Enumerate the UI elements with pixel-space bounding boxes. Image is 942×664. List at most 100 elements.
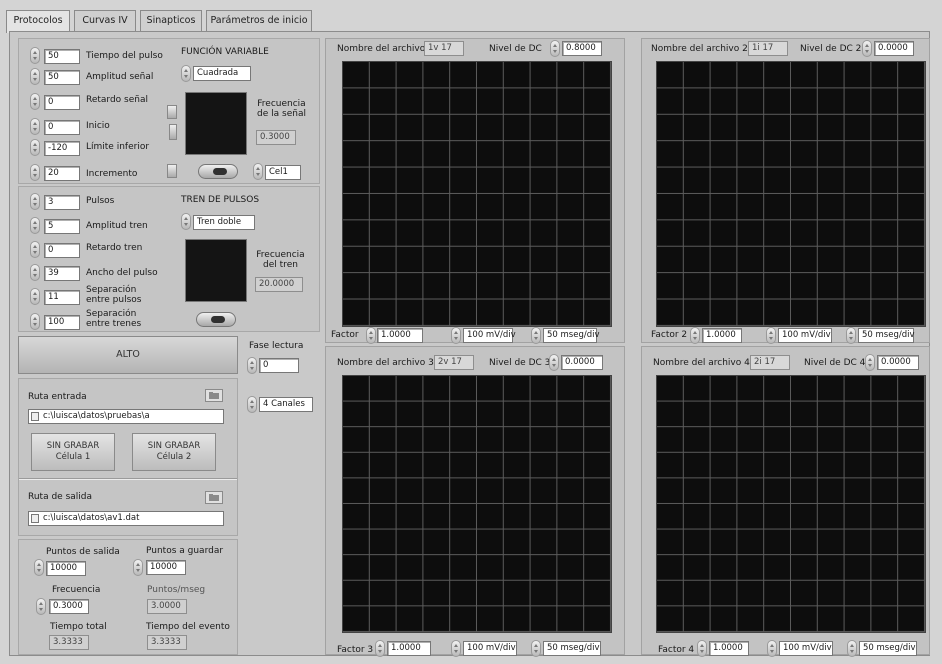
nivel-dc-1-spinner[interactable] bbox=[550, 40, 560, 57]
ms-div-3-select[interactable]: 50 mseg/div bbox=[543, 641, 601, 656]
nivel-dc-2-field[interactable]: 0.0000 bbox=[874, 41, 914, 56]
incremento-field[interactable]: 20 bbox=[44, 166, 80, 181]
amplitud-senal-field[interactable]: 50 bbox=[44, 70, 80, 85]
amplitud-senal-spinner[interactable] bbox=[30, 68, 40, 85]
nivel-dc-2-label: Nivel de DC 2 bbox=[800, 44, 862, 54]
mv-div-4-spinner[interactable] bbox=[767, 640, 777, 657]
mv-div-1-select[interactable]: 100 mV/div bbox=[463, 328, 516, 343]
alto-button[interactable]: ALTO bbox=[18, 336, 238, 374]
funcion-run-button[interactable] bbox=[198, 164, 238, 179]
ancho-pulso-field[interactable]: 39 bbox=[44, 266, 80, 281]
celda-select[interactable]: Cel1 bbox=[265, 165, 301, 180]
celula-1-label: Célula 1 bbox=[55, 452, 91, 462]
ms-div-3-spinner[interactable] bbox=[531, 640, 541, 657]
incremento-spinner[interactable] bbox=[30, 164, 40, 181]
mv-div-1-spinner[interactable] bbox=[451, 327, 461, 344]
sin-grabar-celula-2-button[interactable]: SIN GRABAR Célula 2 bbox=[132, 433, 216, 471]
factor-3-field[interactable]: 1.0000 bbox=[387, 641, 431, 656]
ancho-pulso-spinner[interactable] bbox=[30, 264, 40, 281]
puntos-guardar-field[interactable]: 10000 bbox=[146, 560, 186, 575]
mv-div-3-spinner[interactable] bbox=[451, 640, 461, 657]
ruta-entrada-value: c:\luisca\datos\pruebas\a bbox=[43, 411, 150, 421]
fase-lectura-spinner[interactable] bbox=[247, 357, 257, 374]
funcion-toggle[interactable] bbox=[169, 124, 177, 140]
funcion-slider-bottom[interactable] bbox=[167, 164, 177, 178]
funcion-variable-title: FUNCIÓN VARIABLE bbox=[181, 47, 269, 57]
graph-panel-3: Nombre del archivo 3 2v 17 Nivel de DC 3… bbox=[325, 346, 625, 657]
celda-ring-spinner[interactable] bbox=[253, 163, 263, 180]
tiempo-pulso-label: Tiempo del pulso bbox=[86, 51, 163, 61]
puntos-salida-spinner[interactable] bbox=[34, 559, 44, 576]
nivel-dc-1-field[interactable]: 0.8000 bbox=[562, 41, 602, 56]
mv-div-2-select[interactable]: 100 mV/div bbox=[778, 328, 832, 343]
funcion-slider-top[interactable] bbox=[167, 105, 177, 119]
factor-1-spinner[interactable] bbox=[366, 327, 376, 344]
nivel-dc-4-spinner[interactable] bbox=[865, 354, 875, 371]
factor-2-spinner[interactable] bbox=[690, 327, 700, 344]
inicio-spinner[interactable] bbox=[30, 118, 40, 135]
ruta-salida-field[interactable]: c:\luisca\datos\av1.dat bbox=[28, 511, 224, 526]
ms-div-2-select[interactable]: 50 mseg/div bbox=[858, 328, 915, 343]
factor-3-spinner[interactable] bbox=[375, 640, 385, 657]
canales-ring-spinner[interactable] bbox=[247, 396, 257, 413]
retardo-tren-field[interactable]: 0 bbox=[44, 243, 80, 258]
pulsos-field[interactable]: 3 bbox=[44, 195, 80, 210]
ruta-entrada-field[interactable]: c:\luisca\datos\pruebas\a bbox=[28, 409, 224, 424]
ms-div-1-select[interactable]: 50 mseg/div bbox=[543, 328, 600, 343]
pulse-section: 50 Tiempo del pulso 50 Amplitud señal 0 … bbox=[18, 38, 320, 184]
archivo-4-value: 2i 17 bbox=[750, 355, 790, 370]
points-section: Puntos de salida 10000 Puntos a guardar … bbox=[18, 539, 238, 655]
factor-1-field[interactable]: 1.0000 bbox=[377, 328, 423, 343]
separacion-trenes-field[interactable]: 100 bbox=[44, 315, 80, 330]
ruta-entrada-folder-icon[interactable] bbox=[205, 389, 223, 402]
factor-4-spinner[interactable] bbox=[697, 640, 707, 657]
tren-tipo-select[interactable]: Tren doble bbox=[193, 215, 255, 230]
tren-pulsos-title: TREN DE PULSOS bbox=[181, 195, 260, 205]
frecuencia-field[interactable]: 0.3000 bbox=[49, 599, 89, 614]
fase-lectura-field[interactable]: 0 bbox=[259, 358, 299, 373]
separacion-pulsos-field[interactable]: 11 bbox=[44, 290, 80, 305]
incremento-label: Incremento bbox=[86, 169, 138, 179]
tren-run-button[interactable] bbox=[196, 312, 236, 327]
amplitud-tren-spinner[interactable] bbox=[30, 217, 40, 234]
funcion-variable-select[interactable]: Cuadrada bbox=[193, 66, 251, 81]
tab-sinapticos[interactable]: Sinapticos bbox=[140, 10, 202, 32]
canales-select[interactable]: 4 Canales bbox=[259, 397, 313, 412]
separacion-trenes-spinner[interactable] bbox=[30, 313, 40, 330]
pulsos-spinner[interactable] bbox=[30, 193, 40, 210]
retardo-senal-spinner[interactable] bbox=[30, 93, 40, 110]
inicio-field[interactable]: 0 bbox=[44, 120, 80, 135]
factor-2-field[interactable]: 1.0000 bbox=[702, 328, 742, 343]
ms-div-4-spinner[interactable] bbox=[847, 640, 857, 657]
ms-div-1-spinner[interactable] bbox=[531, 327, 541, 344]
amplitud-tren-field[interactable]: 5 bbox=[44, 219, 80, 234]
puntos-salida-field[interactable]: 10000 bbox=[46, 561, 86, 576]
tiempo-pulso-spinner[interactable] bbox=[30, 47, 40, 64]
limite-inferior-spinner[interactable] bbox=[30, 139, 40, 156]
nivel-dc-2-spinner[interactable] bbox=[862, 40, 872, 57]
sin-grabar-celula-1-button[interactable]: SIN GRABAR Célula 1 bbox=[31, 433, 115, 471]
mv-div-4-select[interactable]: 100 mV/div bbox=[779, 641, 833, 656]
retardo-senal-field[interactable]: 0 bbox=[44, 95, 80, 110]
factor-1-label: Factor bbox=[331, 330, 359, 340]
mv-div-2-spinner[interactable] bbox=[766, 327, 776, 344]
tab-curvas-iv[interactable]: Curvas IV bbox=[74, 10, 136, 32]
ms-div-2-spinner[interactable] bbox=[846, 327, 856, 344]
limite-inferior-field[interactable]: -120 bbox=[44, 141, 80, 156]
tiempo-pulso-field[interactable]: 50 bbox=[44, 49, 80, 64]
ms-div-4-select[interactable]: 50 mseg/div bbox=[859, 641, 917, 656]
frecuencia-spinner[interactable] bbox=[36, 598, 46, 615]
retardo-tren-spinner[interactable] bbox=[30, 241, 40, 258]
tab-parametros-inicio[interactable]: Parámetros de inicio bbox=[206, 10, 312, 32]
funcion-ring-spinner[interactable] bbox=[181, 65, 191, 82]
ruta-salida-folder-icon[interactable] bbox=[205, 491, 223, 504]
tren-ring-spinner[interactable] bbox=[181, 213, 191, 230]
tab-protocolos[interactable]: Protocolos bbox=[6, 10, 70, 33]
factor-4-field[interactable]: 1.0000 bbox=[709, 641, 749, 656]
separacion-pulsos-spinner[interactable] bbox=[30, 288, 40, 305]
nivel-dc-3-spinner[interactable] bbox=[549, 354, 559, 371]
nivel-dc-4-field[interactable]: 0.0000 bbox=[877, 355, 919, 370]
mv-div-3-select[interactable]: 100 mV/div bbox=[463, 641, 517, 656]
puntos-guardar-spinner[interactable] bbox=[133, 559, 143, 576]
nivel-dc-3-field[interactable]: 0.0000 bbox=[561, 355, 603, 370]
